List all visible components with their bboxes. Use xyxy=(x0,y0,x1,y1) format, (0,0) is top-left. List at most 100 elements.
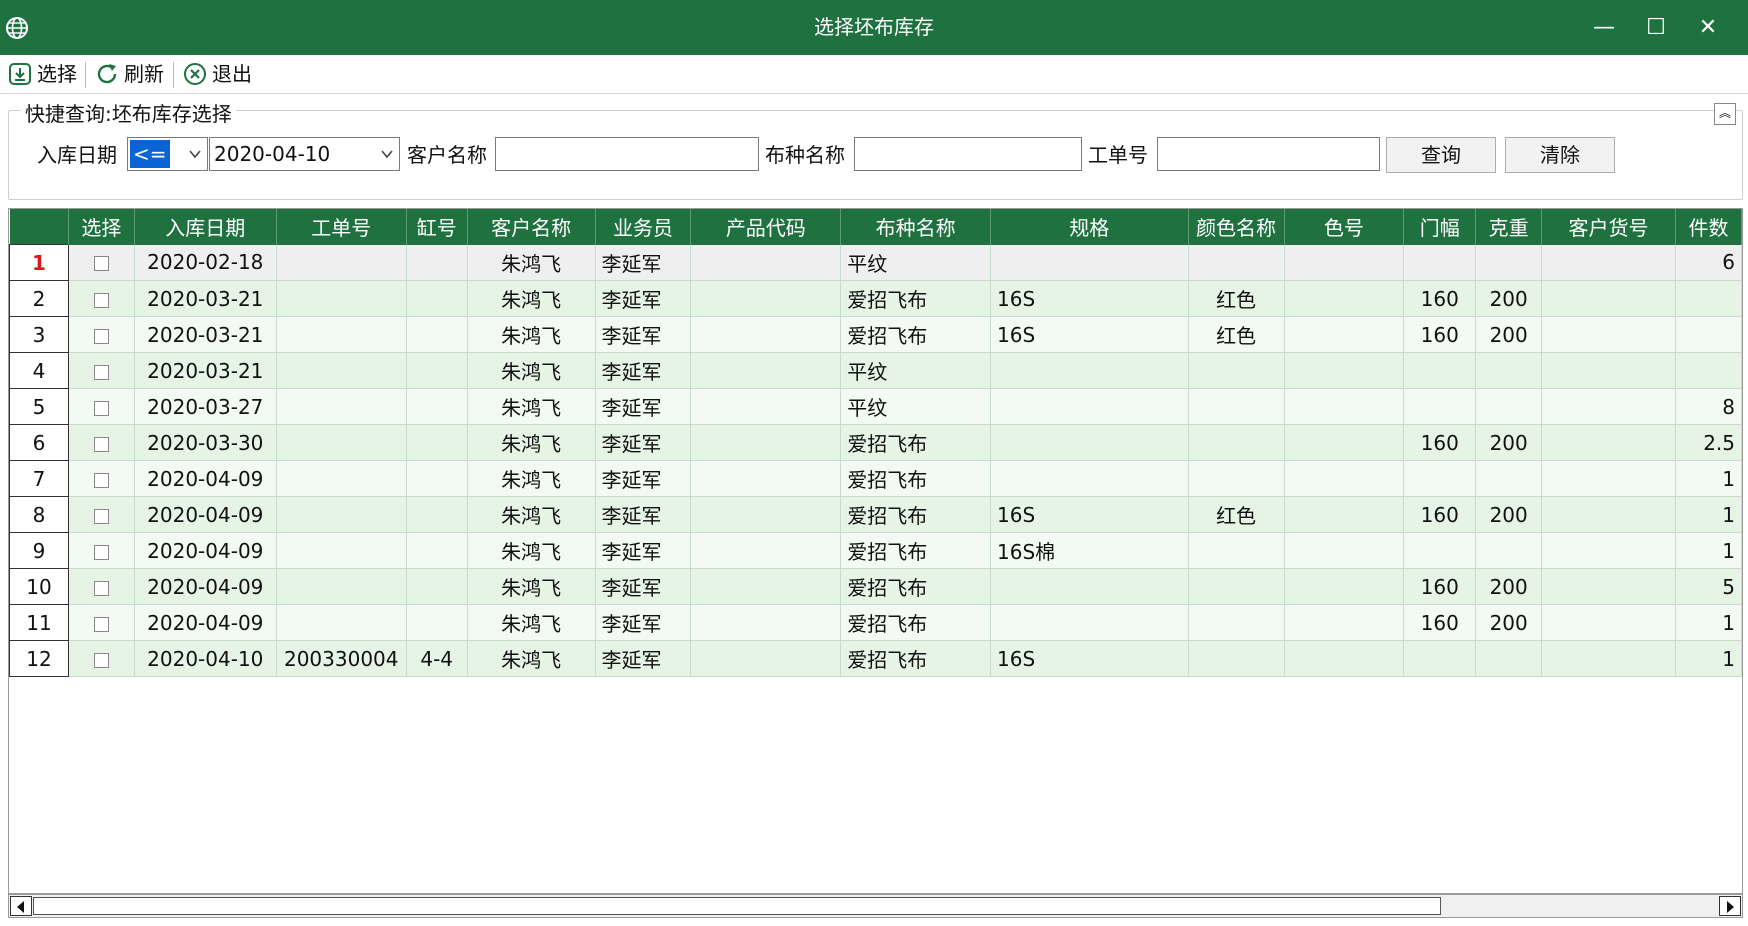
header-product-code[interactable]: 产品代码 xyxy=(690,209,842,245)
cell-vat-no[interactable] xyxy=(406,280,468,317)
table-row[interactable]: 9 2020-04-09 朱鸿飞 李延军 爱招飞布 16S棉 1 xyxy=(9,532,1742,569)
cell-color-name[interactable] xyxy=(1188,532,1285,569)
cell-fabric-name[interactable]: 爱招飞布 xyxy=(840,640,992,677)
cell-inbound-date[interactable]: 2020-03-30 xyxy=(134,424,277,461)
table-row[interactable]: 8 2020-04-09 朱鸿飞 李延军 爱招飞布 16S 红色 160 200 1 xyxy=(9,496,1742,533)
cell-weight[interactable]: 200 xyxy=(1475,316,1543,353)
cell-spec[interactable] xyxy=(990,388,1189,425)
cell-order-no[interactable] xyxy=(276,244,407,281)
cell-customer[interactable]: 朱鸿飞 xyxy=(467,568,596,605)
cell-width[interactable]: 160 xyxy=(1403,604,1477,641)
cell-customer-item-no[interactable] xyxy=(1541,316,1676,353)
cell-customer[interactable]: 朱鸿飞 xyxy=(467,496,596,533)
cell-salesman[interactable]: 李延军 xyxy=(595,460,692,497)
cell-color-no[interactable] xyxy=(1284,316,1405,353)
cell-fabric-name[interactable]: 爱招飞布 xyxy=(840,316,992,353)
scrollbar-thumb[interactable] xyxy=(33,897,1441,915)
cell-salesman[interactable]: 李延军 xyxy=(595,568,692,605)
clear-button[interactable]: 清除 xyxy=(1505,137,1615,173)
cell-customer-item-no[interactable] xyxy=(1541,424,1676,461)
row-number[interactable]: 9 xyxy=(9,532,69,569)
row-number[interactable]: 2 xyxy=(9,280,69,317)
table-row[interactable]: 3 2020-03-21 朱鸿飞 李延军 爱招飞布 16S 红色 160 200 xyxy=(9,316,1742,353)
cell-weight[interactable] xyxy=(1475,532,1543,569)
cell-pieces[interactable] xyxy=(1675,280,1742,317)
header-color-name[interactable]: 颜色名称 xyxy=(1188,209,1285,245)
cell-spec[interactable]: 16S xyxy=(990,496,1189,533)
header-inbound-date[interactable]: 入库日期 xyxy=(134,209,277,245)
cell-customer-item-no[interactable] xyxy=(1541,568,1676,605)
cell-spec[interactable]: 16S xyxy=(990,640,1189,677)
cell-width[interactable] xyxy=(1403,532,1477,569)
cell-vat-no[interactable] xyxy=(406,388,468,425)
horizontal-scrollbar[interactable] xyxy=(8,894,1743,918)
cell-vat-no[interactable] xyxy=(406,244,468,281)
cell-width[interactable]: 160 xyxy=(1403,280,1477,317)
cell-color-name[interactable]: 红色 xyxy=(1188,316,1285,353)
cell-order-no[interactable] xyxy=(276,460,407,497)
cell-inbound-date[interactable]: 2020-04-09 xyxy=(134,496,277,533)
select-checkbox[interactable] xyxy=(93,580,109,596)
cell-customer[interactable]: 朱鸿飞 xyxy=(467,244,596,281)
cell-color-name[interactable] xyxy=(1188,388,1285,425)
cell-weight[interactable]: 200 xyxy=(1475,424,1543,461)
cell-customer[interactable]: 朱鸿飞 xyxy=(467,388,596,425)
cell-fabric-name[interactable]: 爱招飞布 xyxy=(840,496,992,533)
select-checkbox[interactable] xyxy=(93,436,109,452)
row-number[interactable]: 10 xyxy=(9,568,69,605)
customer-input[interactable] xyxy=(495,137,759,171)
cell-fabric-name[interactable]: 爱招飞布 xyxy=(840,424,992,461)
cell-vat-no[interactable]: 4-4 xyxy=(406,640,468,677)
header-customer[interactable]: 客户名称 xyxy=(467,209,596,245)
cell-color-name[interactable] xyxy=(1188,640,1285,677)
cell-select[interactable] xyxy=(68,244,135,281)
cell-vat-no[interactable] xyxy=(406,424,468,461)
cell-product-code[interactable] xyxy=(690,460,842,497)
cell-inbound-date[interactable]: 2020-04-10 xyxy=(134,640,277,677)
cell-fabric-name[interactable]: 爱招飞布 xyxy=(840,460,992,497)
cell-color-no[interactable] xyxy=(1284,352,1405,389)
cell-inbound-date[interactable]: 2020-02-18 xyxy=(134,244,277,281)
table-row[interactable]: 7 2020-04-09 朱鸿飞 李延军 爱招飞布 1 xyxy=(9,460,1742,497)
select-checkbox[interactable] xyxy=(93,328,109,344)
cell-width[interactable] xyxy=(1403,460,1477,497)
cell-customer[interactable]: 朱鸿飞 xyxy=(467,352,596,389)
cell-product-code[interactable] xyxy=(690,532,842,569)
cell-salesman[interactable]: 李延军 xyxy=(595,280,692,317)
cell-pieces[interactable]: 2.5 xyxy=(1675,424,1742,461)
cell-color-name[interactable]: 红色 xyxy=(1188,496,1285,533)
table-row[interactable]: 11 2020-04-09 朱鸿飞 李延军 爱招飞布 160 200 1 xyxy=(9,604,1742,641)
row-number[interactable]: 6 xyxy=(9,424,69,461)
cell-vat-no[interactable] xyxy=(406,604,468,641)
cell-weight[interactable]: 200 xyxy=(1475,280,1543,317)
cell-customer[interactable]: 朱鸿飞 xyxy=(467,316,596,353)
cell-color-name[interactable] xyxy=(1188,244,1285,281)
table-row[interactable]: 2 2020-03-21 朱鸿飞 李延军 爱招飞布 16S 红色 160 200 xyxy=(9,280,1742,317)
cell-customer[interactable]: 朱鸿飞 xyxy=(467,604,596,641)
cell-order-no[interactable] xyxy=(276,532,407,569)
cell-order-no[interactable] xyxy=(276,316,407,353)
cell-weight[interactable]: 200 xyxy=(1475,568,1543,605)
cell-select[interactable] xyxy=(68,316,135,353)
cell-fabric-name[interactable]: 爱招飞布 xyxy=(840,532,992,569)
row-number[interactable]: 11 xyxy=(9,604,69,641)
cell-product-code[interactable] xyxy=(690,244,842,281)
row-number[interactable]: 1 xyxy=(9,244,69,281)
cell-fabric-name[interactable]: 平纹 xyxy=(840,244,992,281)
cell-spec[interactable] xyxy=(990,244,1189,281)
cell-pieces[interactable]: 5 xyxy=(1675,568,1742,605)
cell-customer-item-no[interactable] xyxy=(1541,280,1676,317)
cell-pieces[interactable]: 1 xyxy=(1675,496,1742,533)
table-row[interactable]: 1 2020-02-18 朱鸿飞 李延军 平纹 6 xyxy=(9,244,1742,281)
exit-button[interactable]: 退出 xyxy=(183,59,252,89)
cell-spec[interactable] xyxy=(990,604,1189,641)
cell-select[interactable] xyxy=(68,460,135,497)
maximize-button[interactable]: ☐ xyxy=(1630,0,1682,55)
search-button[interactable]: 查询 xyxy=(1386,137,1496,173)
cell-color-no[interactable] xyxy=(1284,568,1405,605)
cell-pieces[interactable]: 1 xyxy=(1675,604,1742,641)
cell-weight[interactable] xyxy=(1475,352,1543,389)
select-checkbox[interactable] xyxy=(93,256,109,272)
cell-customer-item-no[interactable] xyxy=(1541,604,1676,641)
cell-customer-item-no[interactable] xyxy=(1541,352,1676,389)
